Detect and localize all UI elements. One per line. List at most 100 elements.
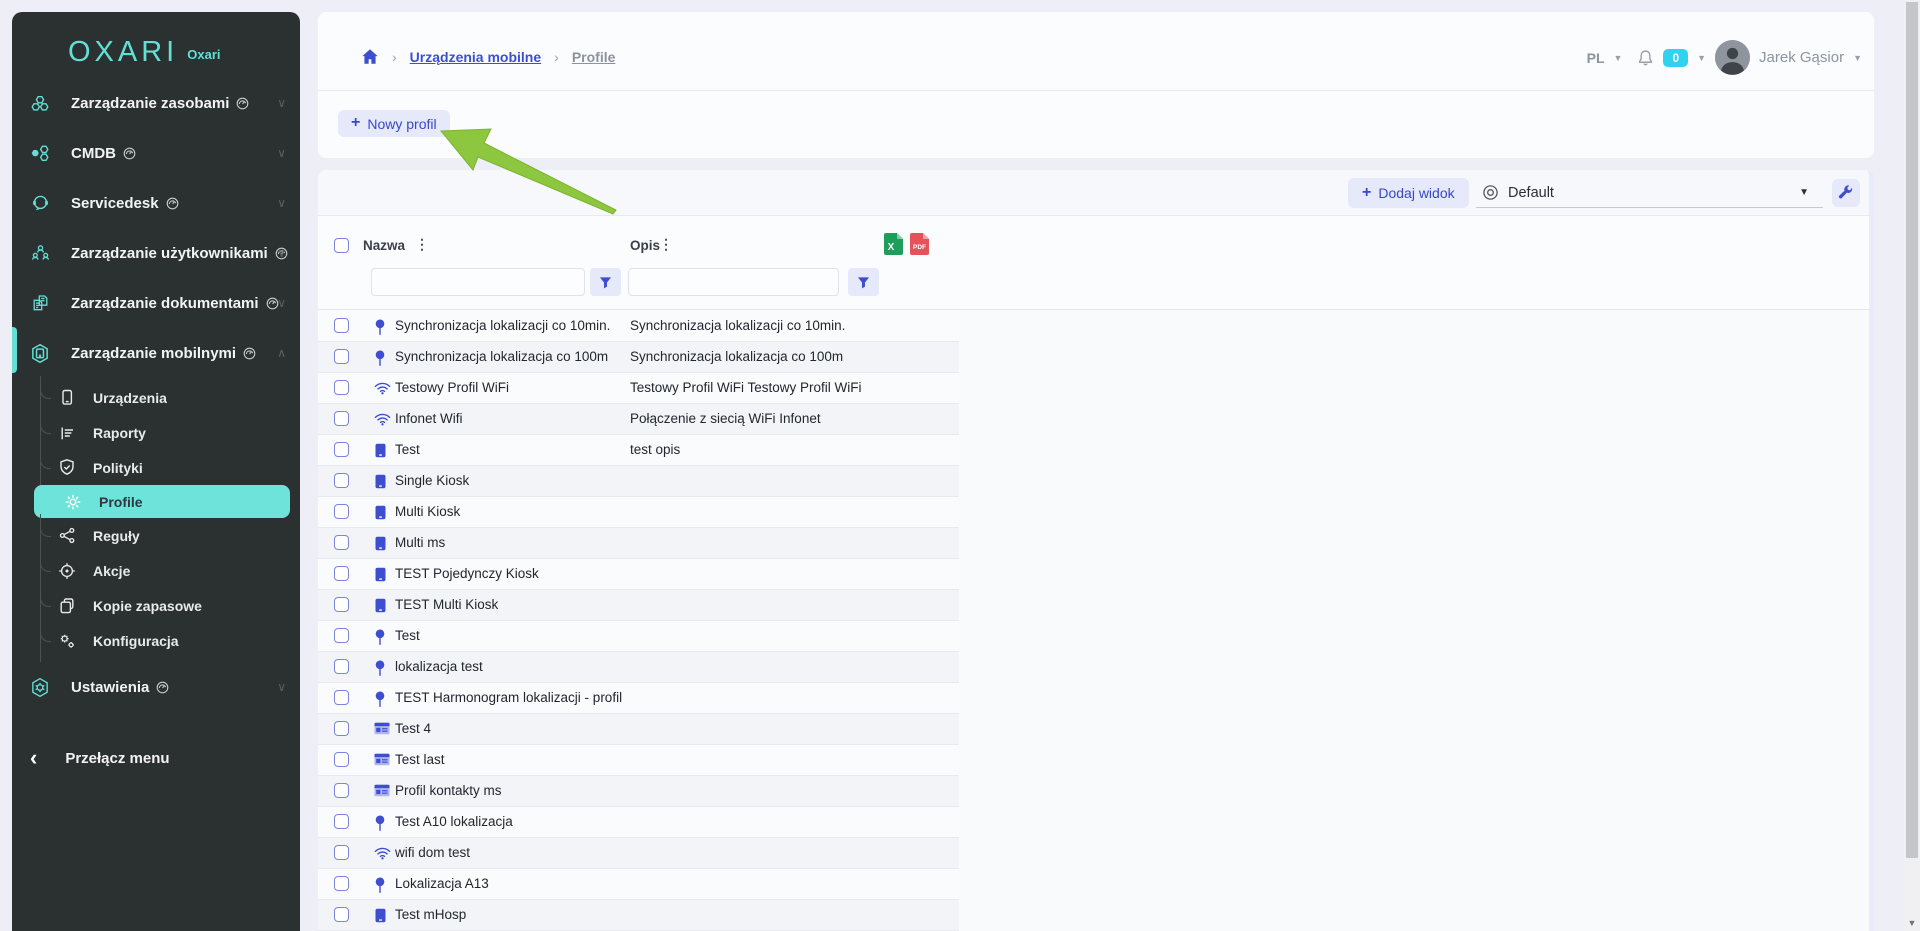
new-profile-label: Nowy profil [367,116,436,132]
notification-badge[interactable]: 0 [1663,49,1688,67]
filter-button-nazwa[interactable] [590,268,621,296]
sidebar-item-zarządzanie-dokumentami[interactable]: Zarządzanie dokumentami∨ [12,278,300,328]
row-checkbox[interactable] [334,659,349,674]
table-row[interactable]: Lokalizacja A13 [318,869,959,900]
chevron-down-icon: ▼ [1799,187,1809,198]
row-checkbox[interactable] [334,318,349,333]
sidebar-subitem-reguły[interactable]: Reguły [41,518,300,553]
row-checkbox[interactable] [334,752,349,767]
cell-nazwa: Synchronizacja lokalizacji co 10min. [395,311,610,341]
row-checkbox[interactable] [334,504,349,519]
bell-icon[interactable] [1637,49,1654,67]
sidebar-subitem-akcje[interactable]: Akcje [41,553,300,588]
cell-nazwa: Test last [395,745,445,775]
row-checkbox[interactable] [334,442,349,457]
table-row[interactable]: Multi ms [318,528,959,559]
column-header-opis[interactable]: Opis [630,238,660,253]
table-row[interactable]: Profil kontakty ms [318,776,959,807]
sidebar-item-cmdb[interactable]: CMDB∨ [12,128,300,178]
sidebar-subitem-raporty[interactable]: Raporty [41,415,300,450]
filter-button-opis[interactable] [848,268,879,296]
sidebar-subitem-kopie-zapasowe[interactable]: Kopie zapasowe [41,588,300,623]
table-row[interactable]: Test 4 [318,714,959,745]
row-checkbox[interactable] [334,628,349,643]
sidebar-subitem-profile[interactable]: Profile [34,485,290,518]
new-profile-button[interactable]: + Nowy profil [338,110,450,137]
cell-nazwa: Single Kiosk [395,466,469,496]
table-row[interactable]: Testowy Profil WiFiTestowy Profil WiFi T… [318,373,959,404]
cell-opis: test opis [630,435,680,465]
row-checkbox[interactable] [334,566,349,581]
row-checkbox[interactable] [334,783,349,798]
chevron-down-icon[interactable]: ▼ [1614,53,1623,63]
row-checkbox[interactable] [334,814,349,829]
row-checkbox[interactable] [334,845,349,860]
chevron-down-icon: ∨ [277,246,286,260]
column-menu-icon[interactable]: ⋮ [659,236,673,253]
sidebar-subitem-urządzenia[interactable]: Urządzenia [41,380,300,415]
row-checkbox[interactable] [334,597,349,612]
row-checkbox[interactable] [334,349,349,364]
filter-input-opis[interactable] [628,268,839,296]
sidebar-subitem-polityki[interactable]: Polityki [41,450,300,485]
row-checkbox[interactable] [334,535,349,550]
sidebar-item-zarządzanie-mobilnymi[interactable]: Zarządzanie mobilnymi∧ [12,328,300,378]
table-row[interactable]: Test A10 lokalizacja [318,807,959,838]
row-checkbox[interactable] [334,876,349,891]
funnel-icon [599,276,612,289]
sidebar-item-zarządzanie-użytkownikami[interactable]: Zarządzanie użytkownikami∨ [12,228,300,278]
location-pin-icon [374,629,386,646]
table-row[interactable]: TEST Pojedynczy Kiosk [318,559,959,590]
table-settings-button[interactable] [1832,179,1860,207]
row-checkbox[interactable] [334,411,349,426]
row-checkbox[interactable] [334,380,349,395]
collapse-menu-button[interactable]: ‹ Przełącz menu [12,738,300,778]
add-view-button[interactable]: + Dodaj widok [1348,178,1469,208]
sidebar-item-servicedesk[interactable]: Servicedesk∨ [12,178,300,228]
chevron-down-icon[interactable]: ▼ [1853,53,1862,63]
cell-nazwa: Infonet Wifi [395,404,463,434]
user-name[interactable]: Jarek Gąsior [1759,49,1844,66]
table-row[interactable]: Multi Kiosk [318,497,959,528]
chevron-down-icon[interactable]: ▼ [1697,53,1706,63]
sidebar-item-zarządzanie-zasobami[interactable]: Zarządzanie zasobami∨ [12,78,300,128]
export-excel-icon[interactable]: X [884,233,903,260]
cmdb-icon [27,144,53,163]
table-row[interactable]: Single Kiosk [318,466,959,497]
select-all-checkbox[interactable] [334,238,349,253]
home-icon[interactable] [361,48,379,65]
row-checkbox[interactable] [334,721,349,736]
view-select[interactable]: Default ▼ [1476,178,1823,208]
column-header-nazwa[interactable]: Nazwa [363,238,405,253]
sidebar-item-ustawienia[interactable]: Ustawienia∨ [12,662,300,712]
cell-opis: Synchronizacja lokalizacji co 10min. [630,311,845,341]
table-row[interactable]: Test mHosp [318,900,959,931]
table-row[interactable]: Infonet WifiPołączenie z siecią WiFi Inf… [318,404,959,435]
table-row[interactable]: Test last [318,745,959,776]
table-row[interactable]: Testtest opis [318,435,959,466]
logo: OXARI Oxari [12,12,300,78]
table-row[interactable]: TEST Multi Kiosk [318,590,959,621]
row-checkbox[interactable] [334,473,349,488]
export-pdf-icon[interactable]: PDF [910,233,929,260]
row-checkbox[interactable] [334,907,349,922]
scrollbar-down-arrow[interactable]: ▼ [1904,918,1920,928]
scrollbar-thumb[interactable] [1906,2,1918,858]
language-selector[interactable]: PL [1587,50,1605,66]
column-menu-icon[interactable]: ⋮ [415,236,429,253]
table-row[interactable]: Synchronizacja lokalizacja co 100mSynchr… [318,342,959,373]
table-row[interactable]: wifi dom test [318,838,959,869]
avatar[interactable] [1715,40,1750,75]
table-row[interactable]: Synchronizacja lokalizacji co 10min. Sync… [318,311,959,342]
cell-opis: Synchronizacja lokalizacja co 100m [630,342,843,372]
table-row[interactable]: Test [318,621,959,652]
sidebar-subitem-konfiguracja[interactable]: Konfiguracja [41,623,300,658]
page-scrollbar[interactable]: ▼ [1904,0,1920,931]
filter-input-nazwa[interactable] [371,268,585,296]
table-row[interactable]: TEST Harmonogram lokalizacji - profil [318,683,959,714]
row-checkbox[interactable] [334,690,349,705]
plus-icon: + [1362,184,1371,202]
breadcrumb-link-urzadzenia-mobilne[interactable]: Urządzenia mobilne [410,49,541,65]
table-row[interactable]: lokalizacja test [318,652,959,683]
device-icon [374,505,387,520]
